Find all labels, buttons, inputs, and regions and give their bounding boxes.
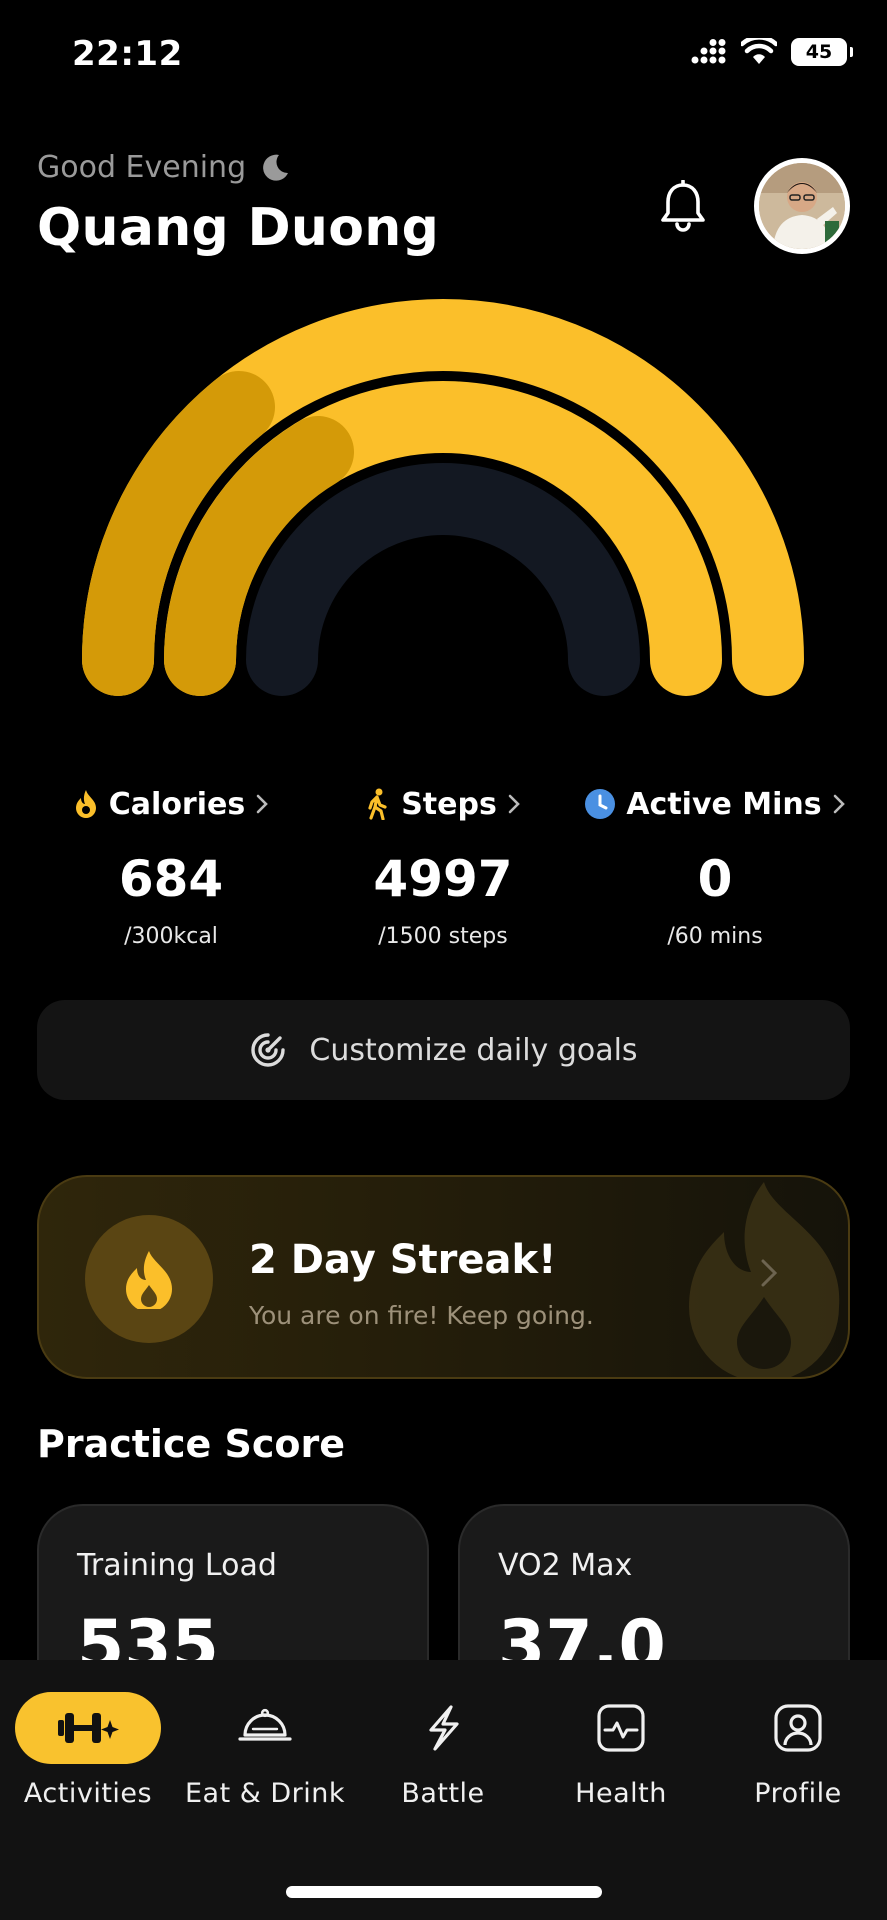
chevron-right-icon <box>761 1259 778 1287</box>
chevron-right-icon <box>833 794 845 814</box>
target-icon <box>251 1033 286 1067</box>
tab-eat-drink-label: Eat & Drink <box>184 1778 346 1809</box>
steps-goal: /1500 steps <box>378 924 508 949</box>
flame-icon <box>126 1251 172 1309</box>
streak-card[interactable]: 2 Day Streak! You are on fire! Keep goin… <box>37 1175 850 1379</box>
user-icon <box>774 1704 822 1752</box>
steps-value: 4997 <box>373 850 513 908</box>
tab-eat-drink[interactable]: Eat & Drink <box>177 1692 353 1809</box>
calories-value: 684 <box>118 850 224 908</box>
walking-icon <box>368 788 387 820</box>
tab-activities[interactable]: Activities <box>0 1692 176 1809</box>
activity-rings[interactable] <box>0 290 887 730</box>
calories-goal: /300kcal <box>124 924 218 949</box>
avatar-photo <box>759 163 845 249</box>
tab-battle-label: Battle <box>401 1778 485 1809</box>
tab-profile-label: Profile <box>754 1778 842 1809</box>
tab-battle[interactable]: Battle <box>355 1692 531 1809</box>
chevron-right-icon <box>256 794 269 814</box>
streak-subtitle: You are on fire! Keep going. <box>249 1301 594 1330</box>
tab-profile[interactable]: Profile <box>710 1692 886 1809</box>
active-mins-stat[interactable]: Active Mins 0 /60 mins <box>570 778 860 949</box>
chevron-right-icon <box>508 794 520 814</box>
active-mins-value: 0 <box>697 850 733 908</box>
signal-icon <box>691 39 726 64</box>
tab-health-pill <box>548 1692 694 1764</box>
active-mins-goal: /60 mins <box>667 924 763 949</box>
home-indicator <box>286 1886 602 1898</box>
wifi-icon <box>741 38 777 64</box>
tab-battle-pill <box>370 1692 516 1764</box>
clock-icon <box>585 789 616 819</box>
calories-stat[interactable]: Calories 684 /300kcal <box>26 778 316 949</box>
tab-health-label: Health <box>575 1778 667 1809</box>
greeting: Good Evening <box>37 150 290 185</box>
tab-activities-pill <box>15 1692 161 1764</box>
vo2-max-label: VO2 Max <box>498 1548 633 1583</box>
avatar[interactable] <box>754 158 850 254</box>
tab-health[interactable]: Health <box>533 1692 709 1809</box>
lightning-icon <box>429 1705 459 1751</box>
status-icons: 45 <box>691 38 853 66</box>
training-load-label: Training Load <box>77 1548 277 1583</box>
heartbeat-icon <box>597 1704 645 1752</box>
status-time: 22:12 <box>72 34 183 74</box>
streak-title: 2 Day Streak! <box>249 1237 557 1283</box>
flame-icon <box>75 790 96 818</box>
moon-icon <box>263 154 289 181</box>
customize-goals-label: Customize daily goals <box>309 1032 638 1068</box>
stats-row: Calories 684 /300kcal Steps 4997 /1500 s… <box>0 778 887 958</box>
food-cloche-icon <box>238 1708 292 1741</box>
steps-stat[interactable]: Steps 4997 /1500 steps <box>298 778 588 949</box>
active-mins-label: Active Mins <box>626 786 822 822</box>
status-bar: 22:12 45 <box>0 0 887 110</box>
tab-eat-drink-pill <box>192 1692 338 1764</box>
greeting-text: Good Evening <box>37 150 247 185</box>
calories-label: Calories <box>108 786 246 822</box>
streak-badge <box>85 1215 213 1343</box>
bell-icon <box>661 180 705 232</box>
dumbbell-icon <box>58 1713 119 1743</box>
battery-indicator: 45 <box>791 38 853 66</box>
tab-profile-pill <box>725 1692 871 1764</box>
practice-score-title: Practice Score <box>37 1422 345 1466</box>
notifications-button[interactable] <box>655 176 711 236</box>
customize-goals-button[interactable]: Customize daily goals <box>37 1000 850 1100</box>
user-name: Quang Duong <box>37 198 440 258</box>
steps-label: Steps <box>401 786 497 822</box>
tab-bar: Activities Eat & Drink Battle Health Pro… <box>0 1660 887 1920</box>
tab-activities-label: Activities <box>23 1778 153 1809</box>
